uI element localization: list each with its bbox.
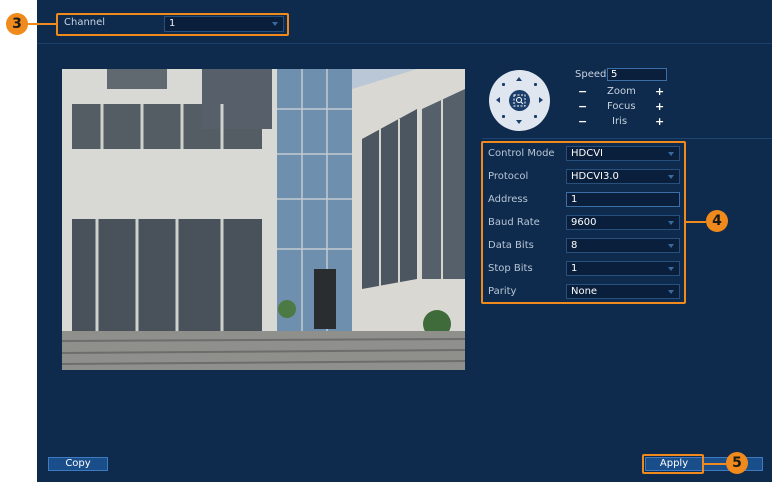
header-divider [37,43,772,44]
speed-label: Speed [575,69,607,80]
iris-minus-button[interactable]: − [578,115,587,128]
callout-5: 5 [726,452,748,474]
camera-preview [62,69,465,370]
callout-4-line [686,221,706,223]
iris-plus-button[interactable]: + [655,115,664,128]
arrow-up-left-icon[interactable] [502,83,505,86]
zoom-label: Zoom [607,86,636,97]
focus-plus-button[interactable]: + [655,100,664,113]
building-image [62,69,465,370]
arrow-up-icon[interactable] [516,77,522,81]
copy-button[interactable]: Copy [48,457,108,471]
zoom-in-button[interactable]: + [655,85,664,98]
arrow-down-right-icon[interactable] [534,115,537,118]
arrow-up-right-icon[interactable] [534,83,537,86]
speed-row: Speed 5 [570,68,700,82]
arrow-down-left-icon[interactable] [502,115,505,118]
focus-label: Focus [607,101,636,112]
callout-5-line [704,463,726,465]
settings-highlight [481,141,686,304]
zoom-area-icon[interactable] [509,90,530,111]
callout-4: 4 [706,210,728,232]
zoom-out-button[interactable]: − [578,85,587,98]
channel-highlight [56,13,289,36]
speed-input[interactable]: 5 [607,68,667,81]
focus-row: − Focus + [570,100,700,114]
zoom-row: − Zoom + [570,85,700,99]
callout-3: 3 [6,13,28,35]
section-divider [482,138,772,139]
iris-row: − Iris + [570,115,700,129]
arrow-right-icon[interactable] [539,97,543,103]
focus-minus-button[interactable]: − [578,100,587,113]
iris-label: Iris [612,116,628,127]
arrow-down-icon[interactable] [516,120,522,124]
callout-3-line [27,23,57,25]
apply-highlight [642,454,704,474]
ptz-direction-wheel[interactable] [489,70,550,131]
arrow-left-icon[interactable] [496,97,500,103]
